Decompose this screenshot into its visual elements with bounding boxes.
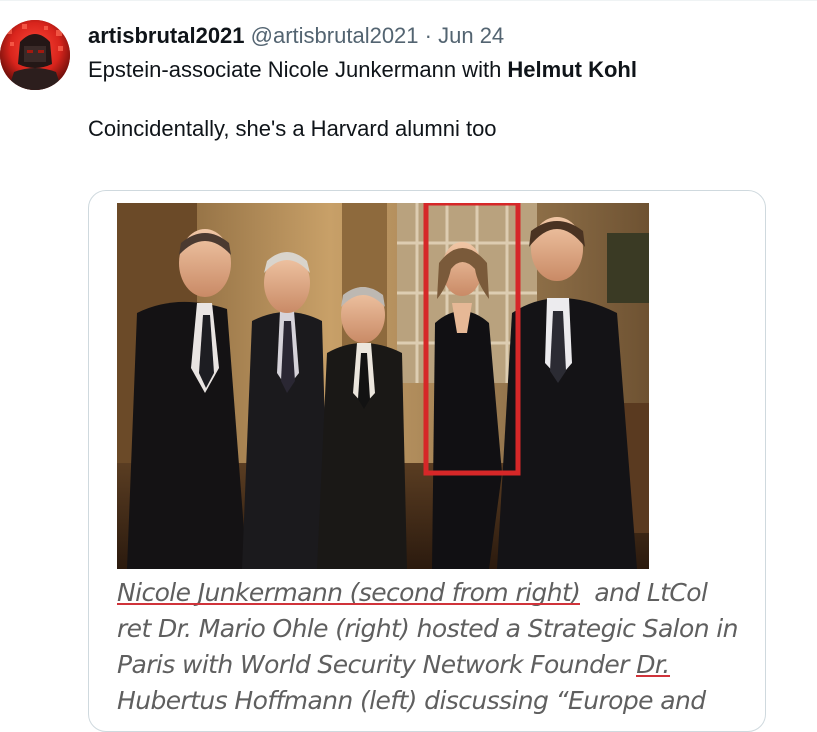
mention-helmut-kohl: Helmut Kohl [507, 57, 637, 82]
caption-highlight: Nicole Junkermann (second from right) [117, 578, 581, 607]
caption-text: and LtCol [594, 578, 708, 607]
caption-line-2: ret Dr. Mario Ohle (right) hosted a Stra… [117, 614, 738, 643]
tweet-text-line2: Coincidentally, she's a Harvard alumni t… [88, 116, 497, 141]
image-caption: Nicole Junkermann (second from right) and… [117, 575, 757, 719]
tweet-timestamp[interactable]: Jun 24 [438, 23, 504, 48]
group-photo-image[interactable] [117, 203, 649, 569]
tweet-text-part: Epstein-associate Nicole Junkermann with [88, 57, 508, 82]
media-card[interactable]: Nicole Junkermann (second from right) and… [88, 190, 766, 732]
caption-text: Paris with World Security Network Founde… [117, 650, 637, 679]
tweet-header: artisbrutal2021 @artisbrutal2021 · Jun 2… [88, 22, 504, 50]
display-name[interactable]: artisbrutal2021 [88, 23, 245, 48]
tweet-body: Epstein-associate Nicole Junkermann with… [88, 55, 788, 144]
caption-line-4: Hubertus Hoffmann (left) discussing “Eur… [117, 686, 706, 715]
caption-line-1: Nicole Junkermann (second from right) and… [117, 575, 757, 611]
tweet-text-line1: Epstein-associate Nicole Junkermann with… [88, 55, 788, 85]
caption-underlined: Dr. [636, 650, 670, 679]
caption-line-3: Paris with World Security Network Founde… [117, 647, 757, 683]
top-divider [0, 0, 817, 1]
avatar-image-icon [0, 20, 70, 90]
separator-dot: · [424, 23, 432, 48]
user-handle[interactable]: @artisbrutal2021 [251, 23, 419, 48]
avatar[interactable] [0, 20, 70, 90]
